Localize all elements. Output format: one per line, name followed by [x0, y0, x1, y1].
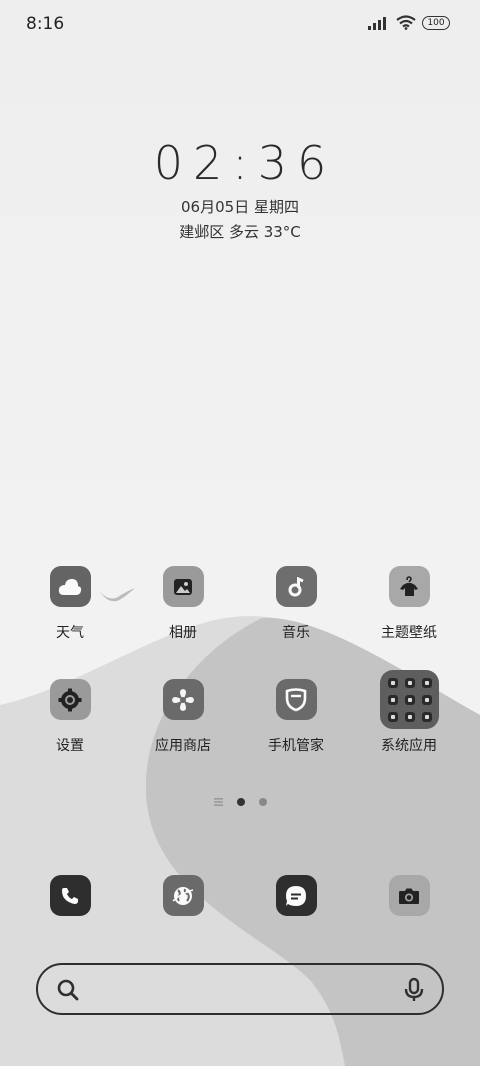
tshirt-hanger-icon [388, 566, 430, 607]
dock-browser[interactable] [133, 875, 233, 916]
status-time: 8:16 [26, 14, 65, 34]
clock-widget[interactable]: 02:36 06月05日 星期四 建邺区 多云 33°C [0, 136, 480, 242]
app-phone-manager[interactable]: 手机管家 [246, 679, 346, 755]
app-label: 手机管家 [268, 738, 324, 754]
mini-app-icon [421, 695, 432, 705]
page-dot-active[interactable] [236, 798, 245, 806]
microphone-icon[interactable] [404, 977, 424, 1007]
shield-icon [275, 679, 317, 720]
app-folder-system[interactable]: 系统应用 [359, 670, 459, 755]
store-swirl-icon [162, 679, 204, 720]
wifi-icon [396, 15, 416, 30]
app-label: 系统应用 [381, 738, 437, 754]
app-settings[interactable]: 设置 [20, 679, 120, 755]
camera-icon [388, 875, 430, 916]
signal-icon [368, 16, 386, 30]
app-weather[interactable]: 天气 [20, 566, 120, 642]
clock-time: 02:36 [153, 136, 337, 190]
app-label: 音乐 [282, 625, 310, 641]
mini-app-icon [387, 678, 398, 688]
battery-icon: 100 [422, 15, 450, 30]
mini-app-icon [387, 695, 398, 705]
mini-app-icon [404, 712, 415, 722]
app-label: 应用商店 [155, 738, 211, 754]
dock-phone[interactable] [20, 875, 120, 916]
app-store[interactable]: 应用商店 [133, 679, 233, 755]
folder-icon [379, 670, 439, 729]
mini-app-icon [404, 695, 415, 705]
mini-app-icon [387, 712, 398, 722]
music-note-icon [275, 566, 317, 607]
app-themes[interactable]: 主题壁纸 [359, 566, 459, 642]
list-icon [213, 798, 223, 806]
status-bar: 8:16 100 [0, 0, 480, 50]
app-gallery[interactable]: 相册 [133, 566, 233, 642]
mini-app-icon [421, 678, 432, 688]
page-indicator[interactable] [0, 796, 480, 808]
clock-weather: 建邺区 多云 33°C [179, 223, 301, 241]
gear-icon [49, 679, 91, 720]
photo-icon [162, 566, 204, 607]
search-icon[interactable] [56, 978, 80, 1006]
mini-app-icon [421, 712, 432, 722]
search-bar[interactable] [36, 963, 444, 1015]
globe-icon [162, 875, 204, 916]
page-dot[interactable] [258, 798, 267, 806]
app-music[interactable]: 音乐 [246, 566, 346, 642]
app-label: 天气 [56, 625, 84, 641]
status-icons: 100 [368, 15, 450, 30]
app-label: 相册 [169, 625, 197, 641]
phone-icon [49, 875, 91, 916]
dock-messages[interactable] [246, 875, 346, 916]
dock-camera[interactable] [359, 875, 459, 916]
app-label: 主题壁纸 [381, 625, 437, 641]
cloud-icon [49, 566, 91, 607]
chat-bubble-icon [275, 875, 317, 916]
mini-app-icon [404, 678, 415, 688]
app-label: 设置 [56, 738, 84, 754]
clock-date: 06月05日 星期四 [181, 198, 299, 216]
